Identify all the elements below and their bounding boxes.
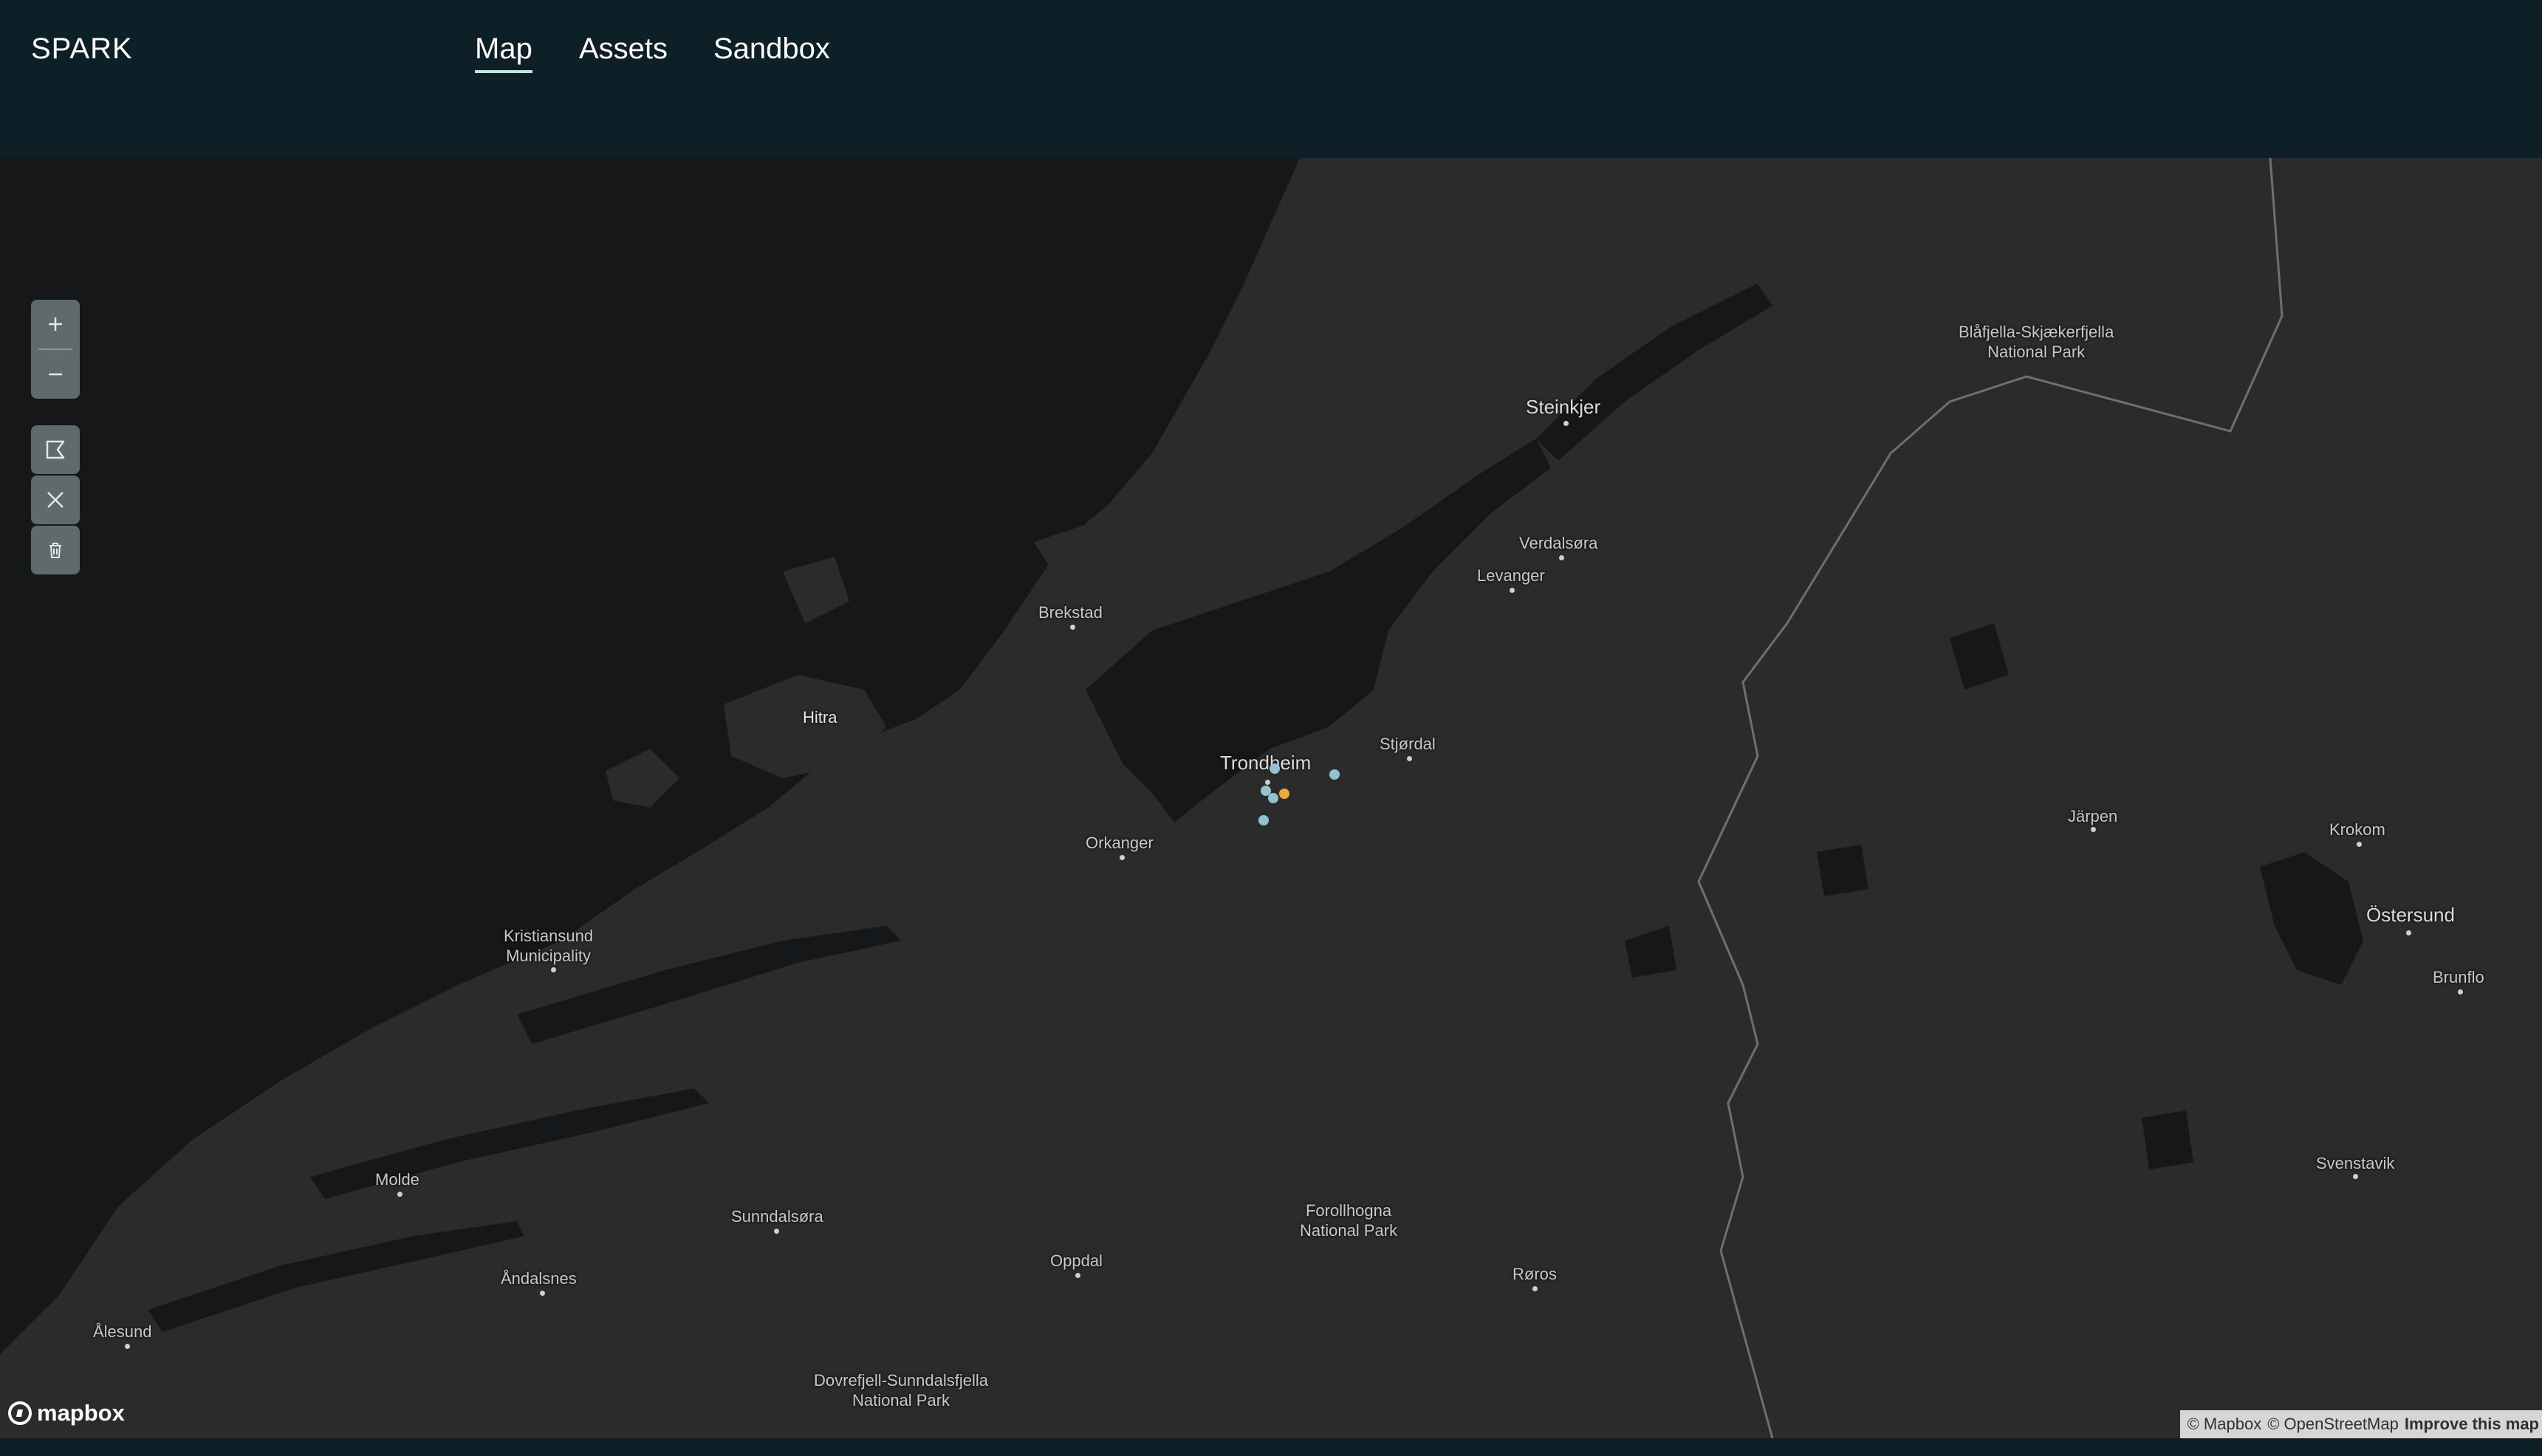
map-canvas[interactable]: Steinkjer Blåfjella-Skjækerfjella Nation…	[0, 158, 2542, 1438]
place-dot-molde	[397, 1192, 402, 1197]
zoom-in-button[interactable]	[31, 300, 80, 348]
place-label-oppdal: Oppdal	[1050, 1251, 1103, 1270]
mapbox-logo-text: mapbox	[37, 1400, 125, 1426]
place-dot-levanger	[1510, 588, 1515, 593]
mapbox-logo-icon	[8, 1401, 32, 1425]
place-label-kristiansund: Kristiansund Municipality	[504, 927, 594, 965]
plus-icon	[49, 317, 62, 331]
place-label-krokom: Krokom	[2329, 820, 2385, 839]
place-dot-steinkjer	[1563, 421, 1569, 426]
zoom-out-button[interactable]	[31, 350, 80, 399]
asset-marker[interactable]	[1270, 763, 1280, 774]
draw-polygon-control	[31, 425, 80, 474]
island-frøya	[606, 749, 679, 808]
place-dot-kristiansund	[551, 967, 556, 972]
place-label-brunflo: Brunflo	[2433, 968, 2484, 986]
nav-assets[interactable]: Assets	[579, 32, 668, 66]
place-label-forollhogna: Forollhogna National Park	[1300, 1201, 1398, 1240]
place-label-levanger: Levanger	[1477, 566, 1545, 585]
cancel-draw-button[interactable]	[31, 475, 80, 524]
app-title: SPARK	[31, 32, 133, 65]
place-label-trondheim: Trondheim	[1220, 752, 1312, 774]
attribution-mapbox[interactable]: © Mapbox	[2188, 1415, 2262, 1434]
attribution-osm[interactable]: © OpenStreetMap	[2267, 1415, 2399, 1434]
place-label-ostersund: Östersund	[2366, 904, 2455, 926]
draw-polygon-button[interactable]	[31, 425, 80, 474]
island-small	[783, 557, 849, 623]
nav-sandbox[interactable]: Sandbox	[713, 32, 830, 66]
asset-marker[interactable]	[1258, 815, 1269, 825]
trash-control	[31, 526, 80, 574]
place-label-verdalsora: Verdalsøra	[1519, 534, 1598, 552]
top-navigation-bar: SPARK Map Assets Sandbox	[0, 0, 2542, 158]
cancel-control	[31, 475, 80, 524]
place-dot-alesund	[125, 1344, 130, 1349]
mapbox-logo[interactable]: mapbox	[7, 1398, 125, 1428]
place-dot-oppdal	[1075, 1273, 1080, 1278]
map-attribution: © Mapbox © OpenStreetMap Improve this ma…	[2179, 1410, 2542, 1438]
place-dot-brekstad	[1070, 625, 1075, 630]
place-label-molde: Molde	[375, 1170, 419, 1189]
attribution-improve-map[interactable]: Improve this map	[2405, 1415, 2539, 1434]
place-dot-orkanger	[1120, 855, 1125, 860]
place-label-roros: Røros	[1512, 1265, 1557, 1283]
place-label-hitra: Hitra	[803, 708, 837, 727]
place-label-blafjella: Blåfjella-Skjækerfjella National Park	[1959, 323, 2114, 361]
place-label-brekstad: Brekstad	[1038, 603, 1103, 622]
lake-2	[1817, 845, 1868, 896]
place-dot-verdalsora	[1559, 555, 1564, 560]
place-dot-roros	[1532, 1286, 1538, 1291]
asset-marker[interactable]	[1268, 793, 1278, 803]
asset-marker[interactable]	[1279, 789, 1289, 799]
place-label-sunndalsora: Sunndalsøra	[731, 1207, 823, 1226]
place-dot-krokom	[2357, 842, 2362, 847]
place-dot-trondheim	[1265, 780, 1270, 785]
zoom-control	[31, 300, 80, 399]
place-dot-brunflo	[2458, 989, 2463, 995]
place-label-orkanger: Orkanger	[1086, 834, 1154, 852]
asset-marker[interactable]	[1329, 769, 1340, 780]
delete-button[interactable]	[31, 526, 80, 574]
place-label-jarpen: Järpen	[2068, 807, 2118, 825]
place-label-svenstavik: Svenstavik	[2316, 1154, 2395, 1172]
place-label-dovrefjell: Dovrefjell-Sunndalsfjella National Park	[814, 1371, 989, 1409]
place-dot-jarpen	[2091, 827, 2096, 832]
lake-3	[2142, 1110, 2193, 1170]
place-label-steinkjer: Steinkjer	[1526, 396, 1601, 418]
bottom-strip	[0, 1438, 2542, 1456]
place-dot-stjordal	[1407, 756, 1412, 761]
place-dot-svenstavik	[2353, 1174, 2358, 1179]
polygon-icon	[46, 440, 65, 459]
minus-icon	[49, 373, 62, 376]
close-icon	[47, 492, 64, 508]
place-label-stjordal: Stjørdal	[1380, 735, 1436, 753]
place-dot-andalsnes	[540, 1291, 545, 1296]
place-label-alesund: Ålesund	[93, 1322, 152, 1341]
place-dot-ostersund	[2406, 930, 2411, 935]
trash-icon	[49, 543, 61, 558]
place-label-andalsnes: Åndalsnes	[501, 1269, 577, 1288]
nav-map[interactable]: Map	[475, 32, 532, 73]
place-dot-sunndalsora	[774, 1229, 779, 1234]
